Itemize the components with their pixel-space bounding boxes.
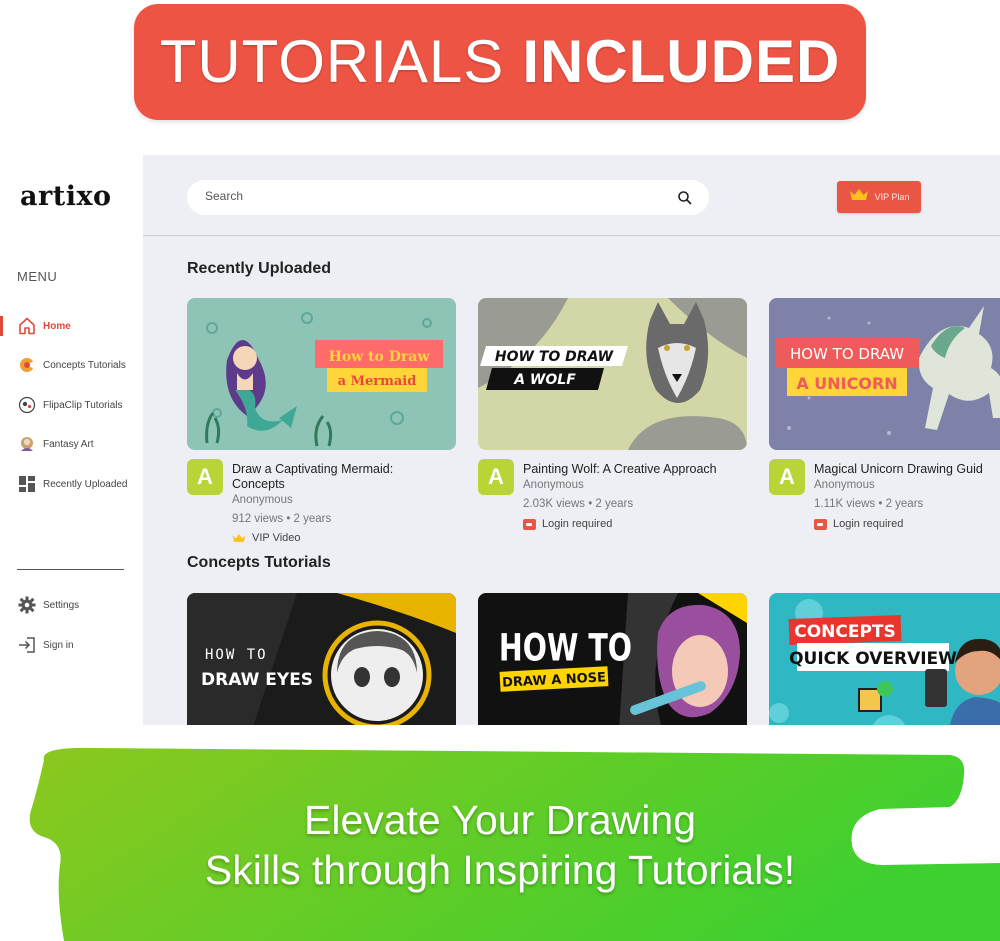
thumb-text: a Mermaid: [338, 374, 417, 389]
sidebar-item-label: FlipaClip Tutorials: [43, 399, 123, 411]
thumb-text: How to Draw: [329, 349, 431, 365]
sidebar: artixo MENU Home Concepts Tutorials Flip…: [0, 155, 143, 725]
tag-label: Login required: [833, 518, 904, 530]
section-title-concepts-tutorials: Concepts Tutorials: [187, 554, 331, 571]
sidebar-item-flipaclip-tutorials[interactable]: FlipaClip Tutorials: [0, 393, 143, 417]
channel-avatar[interactable]: A: [769, 459, 805, 495]
tag-label: VIP Video: [252, 532, 301, 544]
video-author: Anonymous: [232, 494, 293, 506]
video-stats: 912 views • 2 years: [232, 513, 332, 525]
thumb-text: HOW TO DRAW: [790, 345, 904, 363]
concepts-icon: [17, 355, 37, 375]
app-window: artixo MENU Home Concepts Tutorials Flip…: [0, 155, 1000, 725]
video-thumbnail-mermaid[interactable]: How to Draw a Mermaid: [187, 298, 456, 450]
draw-nose-illustration: HOW TO DRAW A NOSE: [478, 593, 747, 725]
video-title[interactable]: Painting Wolf: A Creative Approach: [523, 462, 717, 477]
thumb-text: CONCEPTS: [794, 622, 896, 642]
top-banner: TUTORIALS INCLUDED: [134, 4, 866, 120]
tag-label: Login required: [542, 518, 613, 530]
video-title-line: Draw a Captivating Mermaid:: [232, 462, 394, 476]
flipaclip-icon: [17, 395, 37, 415]
video-author: Anonymous: [814, 479, 875, 491]
banner-word-tutorials: TUTORIALS: [159, 28, 505, 95]
fantasy-art-icon: [17, 434, 37, 454]
vip-plan-label: VIP Plan: [874, 192, 910, 202]
channel-avatar[interactable]: A: [187, 459, 223, 495]
video-thumbnail-concepts-overview[interactable]: CONCEPTS QUICK OVERVIEW: [769, 593, 1000, 725]
sidebar-item-fantasy-art[interactable]: Fantasy Art: [0, 432, 143, 456]
video-title[interactable]: Draw a Captivating Mermaid: Concepts: [232, 462, 393, 492]
thumb-text: HOW TO: [499, 626, 632, 670]
lock-icon: [523, 518, 536, 530]
sidebar-item-label: Recently Uploaded: [43, 478, 128, 490]
concepts-overview-illustration: CONCEPTS QUICK OVERVIEW: [769, 593, 1000, 725]
sidebar-divider: [17, 569, 124, 570]
video-thumbnail-draw-nose[interactable]: HOW TO DRAW A NOSE: [478, 593, 747, 725]
unicorn-illustration: HOW TO DRAW A UNICORN: [769, 298, 1000, 450]
thumb-text: DRAW EYES: [201, 670, 313, 690]
video-thumbnail-wolf[interactable]: HOW TO DRAW A WOLF: [478, 298, 747, 450]
thumb-text: HOW TO: [205, 647, 268, 663]
home-icon: [17, 316, 37, 336]
bottom-banner-text: Elevate Your Drawing Skills through Insp…: [0, 795, 1000, 895]
video-stats: 1.11K views • 2 years: [814, 498, 924, 510]
gear-icon: [17, 595, 37, 615]
video-thumbnail-draw-eyes[interactable]: HOW TO DRAW EYES: [187, 593, 456, 725]
draw-eyes-illustration: HOW TO DRAW EYES: [187, 593, 456, 725]
sidebar-item-home[interactable]: Home: [0, 314, 143, 338]
banner-line-1: Elevate Your Drawing: [303, 797, 697, 843]
video-title[interactable]: Magical Unicorn Drawing Guid: [814, 462, 983, 477]
video-thumbnail-unicorn[interactable]: HOW TO DRAW A UNICORN: [769, 298, 1000, 450]
sidebar-item-label: Sign in: [43, 639, 74, 651]
video-title-line: Concepts: [232, 477, 285, 491]
vip-video-tag: VIP Video: [232, 532, 301, 544]
sidebar-item-recently-uploaded[interactable]: Recently Uploaded: [0, 472, 143, 496]
thumb-text: A UNICORN: [796, 374, 897, 393]
sidebar-item-concepts-tutorials[interactable]: Concepts Tutorials: [0, 353, 143, 377]
video-stats: 2.03K views • 2 years: [523, 498, 634, 510]
sidebar-item-label: Home: [43, 320, 71, 332]
sign-in-icon: [17, 635, 37, 655]
top-bar: VIP Plan: [143, 155, 1000, 236]
thumb-text: A WOLF: [513, 372, 576, 388]
wolf-illustration: HOW TO DRAW A WOLF: [478, 298, 747, 450]
artixo-logo[interactable]: artixo: [20, 181, 112, 212]
menu-label: MENU: [17, 269, 58, 284]
grid-icon: [17, 474, 37, 494]
sidebar-item-label: Concepts Tutorials: [43, 359, 126, 371]
crown-icon: [232, 534, 246, 542]
channel-avatar[interactable]: A: [478, 459, 514, 495]
crown-icon: [849, 188, 869, 206]
sidebar-item-sign-in[interactable]: Sign in: [0, 633, 143, 657]
login-required-tag: Login required: [523, 518, 612, 530]
search-bar: [187, 180, 709, 215]
sidebar-item-settings[interactable]: Settings: [0, 593, 143, 617]
section-title-recently-uploaded: Recently Uploaded: [187, 260, 332, 277]
banner-word-included: INCLUDED: [522, 28, 841, 95]
sidebar-item-label: Fantasy Art: [43, 438, 94, 450]
login-required-tag: Login required: [814, 518, 903, 530]
lock-icon: [814, 518, 827, 530]
mermaid-illustration: How to Draw a Mermaid: [187, 298, 456, 450]
thumb-text: HOW TO DRAW: [495, 349, 614, 365]
sidebar-item-label: Settings: [43, 599, 80, 611]
page: TUTORIALS INCLUDED artixo MENU Home Conc…: [0, 0, 1000, 941]
video-author: Anonymous: [523, 479, 584, 491]
thumb-text: QUICK OVERVIEW: [789, 649, 957, 669]
search-icon[interactable]: [677, 190, 693, 206]
banner-line-2: Skills through Inspiring Tutorials!: [204, 847, 796, 893]
search-input[interactable]: [205, 189, 665, 203]
vip-plan-button[interactable]: VIP Plan: [837, 181, 921, 213]
